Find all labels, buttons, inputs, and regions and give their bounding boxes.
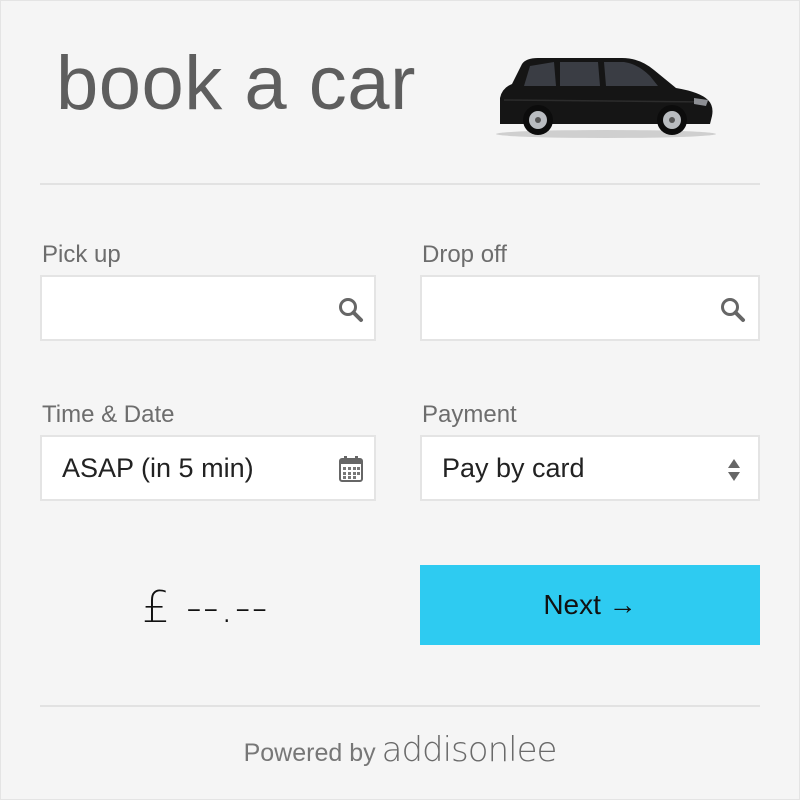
header-divider xyxy=(40,183,760,185)
dropoff-label: Drop off xyxy=(422,241,507,268)
calendar-icon[interactable] xyxy=(338,455,364,483)
powered-by-text: Powered by xyxy=(243,739,376,767)
select-arrows-icon[interactable] xyxy=(726,457,742,483)
payment-value: Pay by card xyxy=(442,453,585,483)
pickup-field[interactable] xyxy=(40,275,376,341)
dropoff-field[interactable] xyxy=(420,275,760,341)
time-date-field[interactable]: ASAP (in 5 min) xyxy=(40,435,376,501)
car-image xyxy=(496,58,716,138)
next-button[interactable]: Next → xyxy=(420,565,760,645)
search-icon[interactable] xyxy=(338,297,364,323)
footer: Powered by addisonlee xyxy=(0,730,800,770)
payment-select[interactable]: Pay by card xyxy=(420,435,760,501)
search-icon[interactable] xyxy=(720,297,746,323)
dropoff-input[interactable] xyxy=(434,287,708,331)
brand-logo: addisonlee xyxy=(381,730,558,770)
footer-divider xyxy=(40,705,760,707)
time-date-value: ASAP (in 5 min) xyxy=(62,453,254,483)
price-display: £ --.-- xyxy=(142,582,269,633)
time-date-label: Time & Date xyxy=(42,401,175,428)
pickup-input[interactable] xyxy=(54,287,328,331)
page-title: book a car xyxy=(56,41,416,126)
payment-label: Payment xyxy=(422,401,517,428)
pickup-label: Pick up xyxy=(42,241,121,268)
